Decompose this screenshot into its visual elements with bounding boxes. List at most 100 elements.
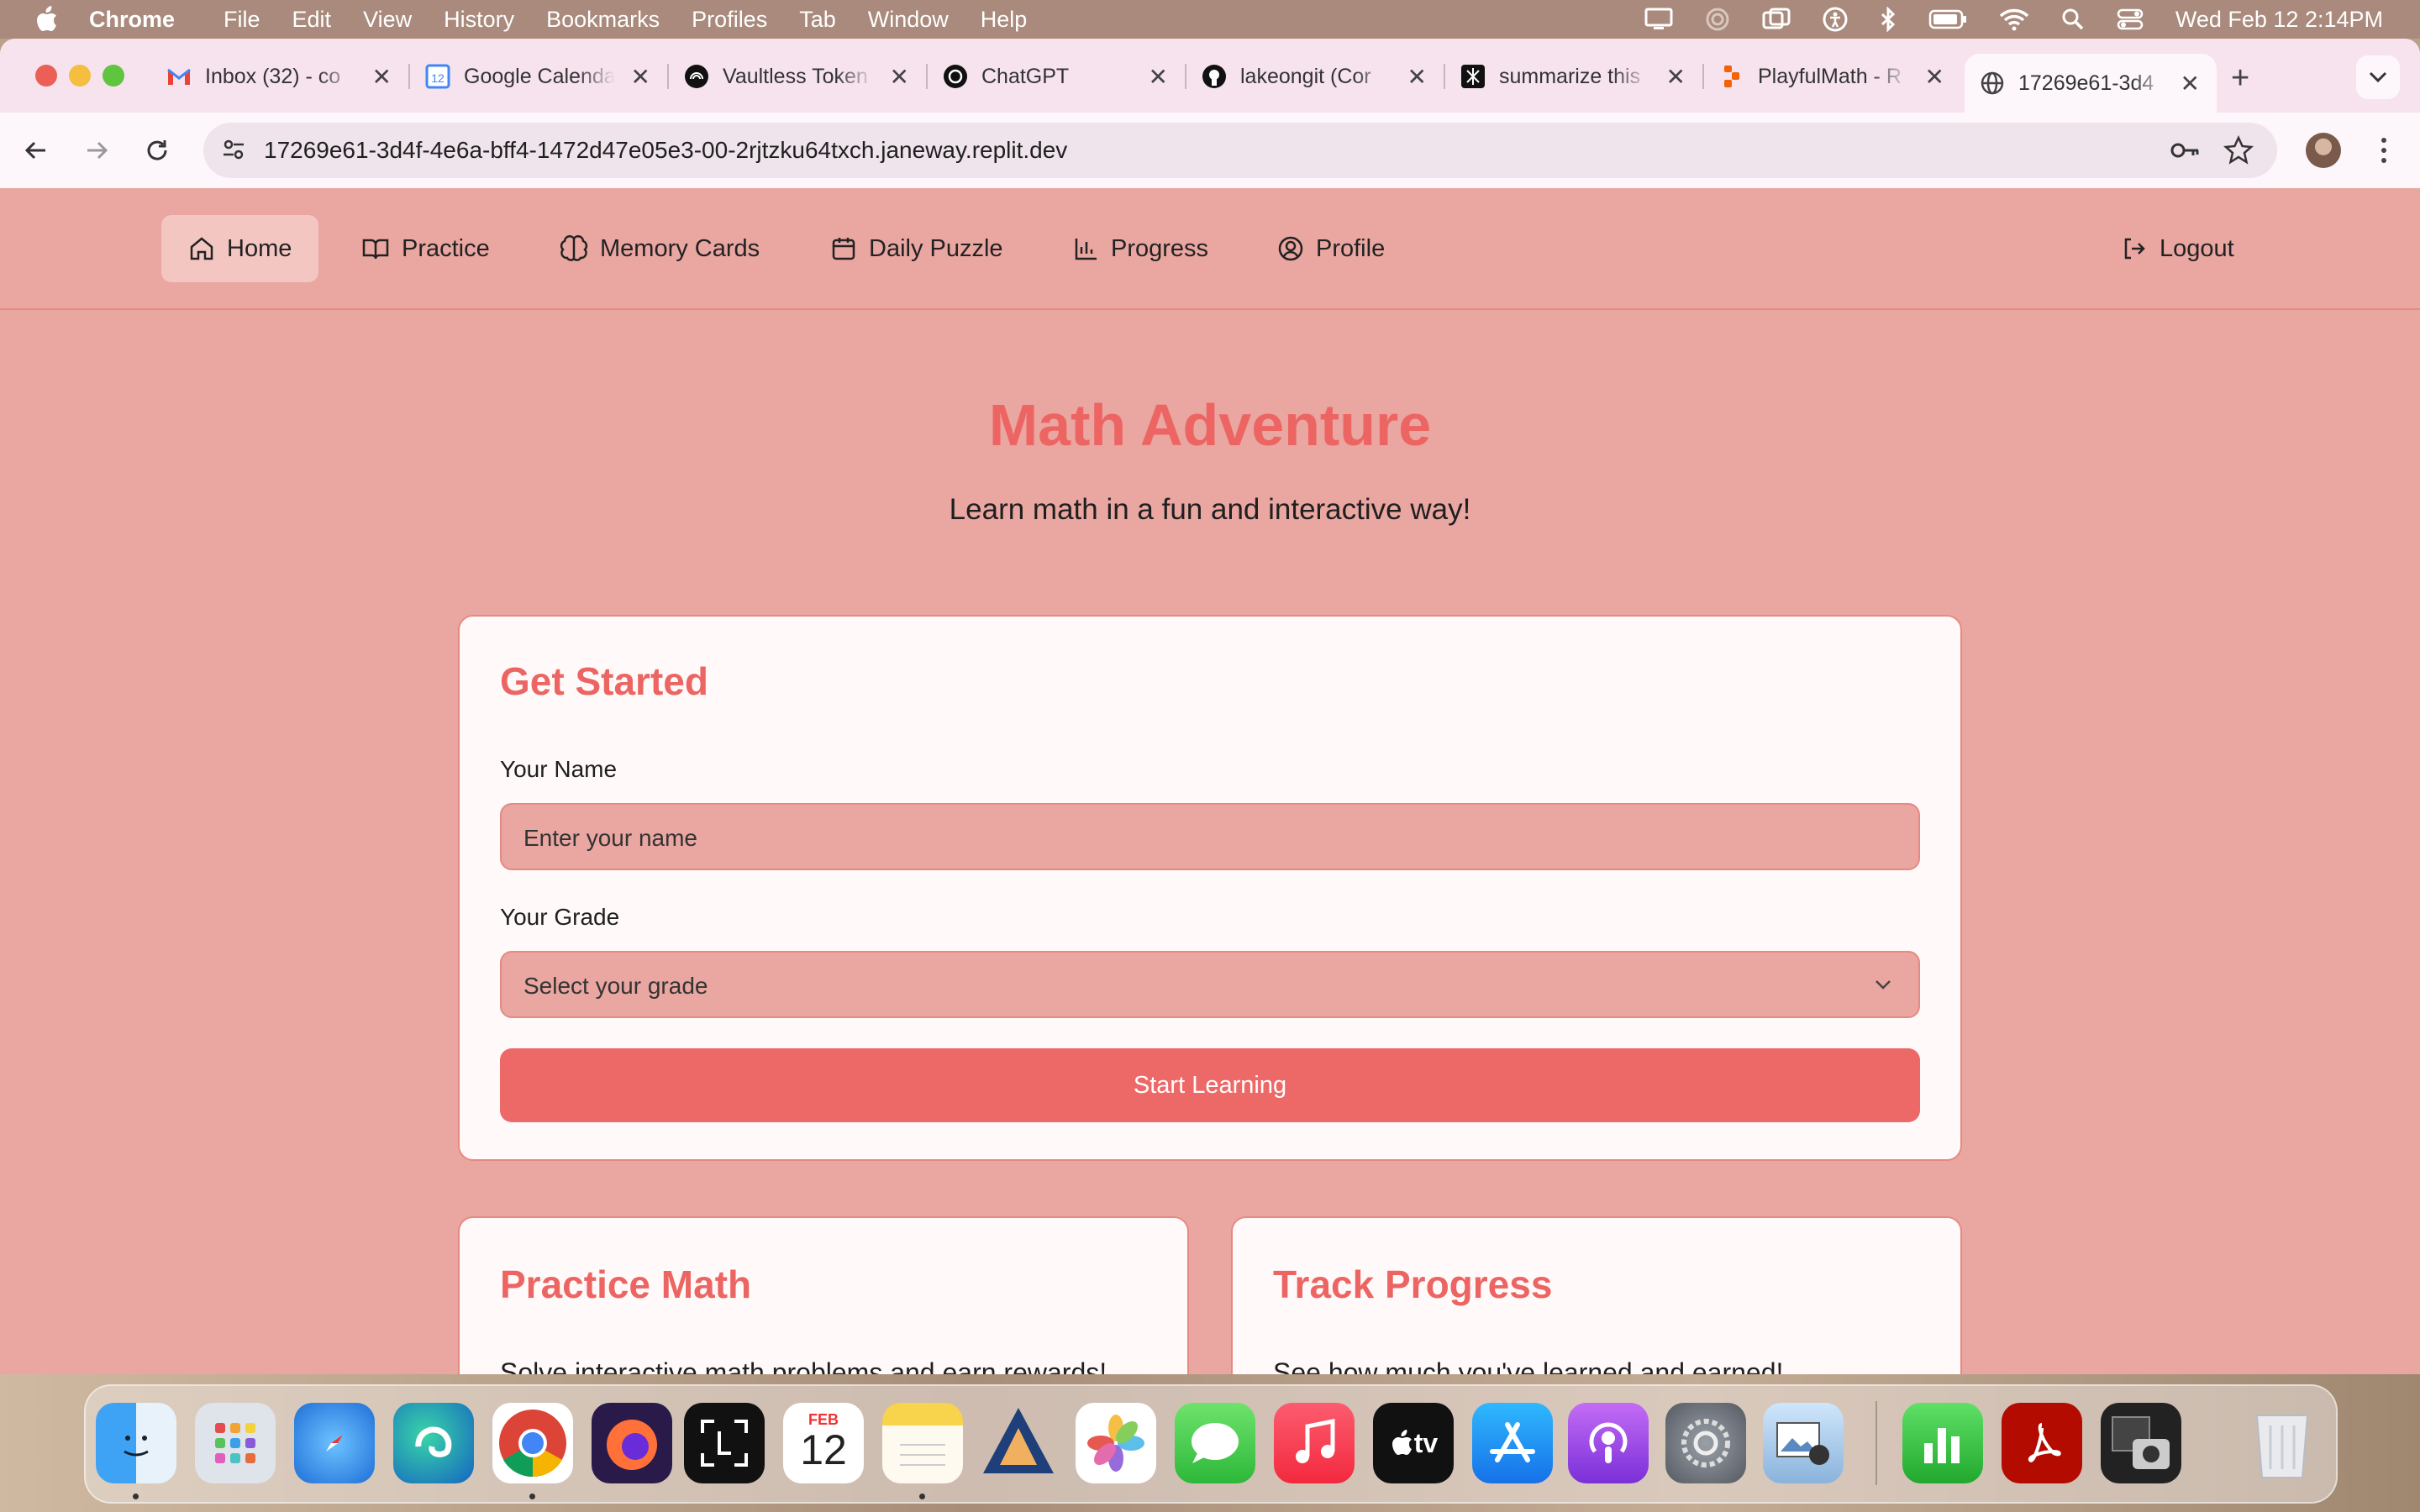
name-input[interactable]: Enter your name xyxy=(500,803,1920,870)
lens-app-icon[interactable] xyxy=(684,1403,765,1483)
nav-profile[interactable]: Profile xyxy=(1250,215,1412,282)
menu-history[interactable]: History xyxy=(444,7,514,33)
music-icon[interactable] xyxy=(1274,1403,1355,1483)
menu-file[interactable]: File xyxy=(224,7,260,33)
address-bar[interactable]: 17269e61-3d4f-4e6a-bff4-1472d47e05e3-00-… xyxy=(203,123,2277,178)
app-store-icon[interactable] xyxy=(1472,1403,1553,1483)
linear-app-icon[interactable] xyxy=(978,1403,1059,1483)
vault-icon xyxy=(684,64,709,89)
tab-github[interactable]: lakeongit (Cor ✕ xyxy=(1186,54,1445,99)
battery-icon[interactable] xyxy=(1928,9,1967,29)
wifi-icon[interactable] xyxy=(1999,8,2029,31)
nav-daily-puzzle[interactable]: Daily Puzzle xyxy=(803,215,1030,282)
numbers-icon[interactable] xyxy=(1902,1403,1983,1483)
firefox-icon[interactable] xyxy=(592,1403,672,1483)
display-icon[interactable] xyxy=(1644,8,1673,31)
screenshot-app-icon[interactable] xyxy=(2101,1403,2181,1483)
system-settings-icon[interactable] xyxy=(1665,1403,1746,1483)
profile-avatar[interactable] xyxy=(2306,133,2341,168)
password-key-icon[interactable] xyxy=(2170,135,2202,170)
apple-tv-icon[interactable]: tv xyxy=(1373,1403,1454,1483)
tab-close-icon[interactable]: ✕ xyxy=(372,63,392,91)
accessibility-icon[interactable] xyxy=(1823,7,1848,32)
url-text[interactable]: 17269e61-3d4f-4e6a-bff4-1472d47e05e3-00-… xyxy=(264,137,1067,164)
bookmark-star-icon[interactable] xyxy=(2223,135,2254,170)
safari-icon[interactable] xyxy=(294,1403,375,1483)
tab-close-icon[interactable]: ✕ xyxy=(1407,63,1427,91)
app-page: Home Practice Memory Cards Daily Puzzle … xyxy=(0,188,2420,1374)
start-learning-button[interactable]: Start Learning xyxy=(500,1048,1920,1122)
tab-close-icon[interactable]: ✕ xyxy=(631,63,650,91)
menu-tab[interactable]: Tab xyxy=(799,7,836,33)
preview-icon[interactable] xyxy=(1763,1403,1844,1483)
spotlight-search-icon[interactable] xyxy=(2061,8,2085,31)
menu-view[interactable]: View xyxy=(363,7,412,33)
bluetooth-icon[interactable] xyxy=(1880,7,1897,32)
grade-select[interactable]: Select your grade xyxy=(500,951,1920,1018)
site-info-icon[interactable] xyxy=(220,136,247,167)
tab-close-icon[interactable]: ✕ xyxy=(1925,63,1944,91)
tab-close-icon[interactable]: ✕ xyxy=(890,63,909,91)
menu-edit[interactable]: Edit xyxy=(292,7,332,33)
messages-icon[interactable] xyxy=(1175,1403,1255,1483)
tab-playfulmath[interactable]: PlayfulMath - R ✕ xyxy=(1704,54,1961,99)
chrome-icon[interactable] xyxy=(492,1403,573,1483)
window-close-button[interactable] xyxy=(35,65,57,87)
notes-icon[interactable] xyxy=(882,1403,963,1483)
reload-button[interactable] xyxy=(138,131,176,170)
calendar-app-icon[interactable]: FEB 12 xyxy=(783,1403,864,1483)
tab-active-app[interactable]: 17269e61-3d4 ✕ xyxy=(1965,54,2217,113)
menu-profiles[interactable]: Profiles xyxy=(692,7,767,33)
apple-menu-icon[interactable] xyxy=(34,5,59,34)
nav-logout[interactable]: Logout xyxy=(2094,215,2261,282)
apple-logo-icon xyxy=(1392,1430,1412,1455)
tab-close-icon[interactable]: ✕ xyxy=(1149,63,1168,91)
back-button[interactable] xyxy=(17,131,55,170)
menu-bar-clock[interactable]: Wed Feb 12 2:14PM xyxy=(2175,7,2383,33)
tab-chatgpt[interactable]: ChatGPT ✕ xyxy=(928,54,1186,99)
tab-vaultless-token[interactable]: Vaultless Token ✕ xyxy=(669,54,928,99)
control-center-icon[interactable] xyxy=(2117,8,2144,31)
edge-icon[interactable] xyxy=(393,1403,474,1483)
acrobat-icon[interactable] xyxy=(2002,1403,2082,1483)
window-zoom-button[interactable] xyxy=(103,65,124,87)
tab-gmail[interactable]: Inbox (32) - co ✕ xyxy=(151,54,410,99)
menu-app-name[interactable]: Chrome xyxy=(89,7,175,33)
podcasts-icon[interactable] xyxy=(1568,1403,1649,1483)
chrome-menu-icon[interactable] xyxy=(2371,131,2396,170)
airdrop-icon[interactable] xyxy=(1705,7,1730,32)
window-minimize-button[interactable] xyxy=(69,65,91,87)
new-tab-button[interactable]: + xyxy=(2231,60,2249,97)
nav-home[interactable]: Home xyxy=(161,215,319,282)
tab-title: lakeongit (Cor xyxy=(1240,64,1371,88)
tab-summarize[interactable]: summarize this ✕ xyxy=(1445,54,1704,99)
nav-progress[interactable]: Progress xyxy=(1045,215,1235,282)
practice-math-title: Practice Math xyxy=(500,1263,752,1306)
menu-bookmarks[interactable]: Bookmarks xyxy=(546,7,660,33)
tab-close-icon[interactable]: ✕ xyxy=(1666,63,1686,91)
nav-practice[interactable]: Practice xyxy=(334,215,517,282)
menu-window[interactable]: Window xyxy=(868,7,949,33)
nav-daily-puzzle-label: Daily Puzzle xyxy=(869,234,1003,262)
menu-help[interactable]: Help xyxy=(981,7,1028,33)
tab-title: 17269e61-3d4 xyxy=(2018,71,2154,95)
running-indicator xyxy=(529,1494,535,1499)
track-progress-card[interactable]: Track Progress See how much you've learn… xyxy=(1231,1216,1962,1374)
tab-close-icon[interactable]: ✕ xyxy=(2181,70,2200,97)
grade-label: Your Grade xyxy=(500,904,620,930)
book-open-icon xyxy=(362,239,389,260)
forward-button[interactable] xyxy=(77,131,116,170)
launchpad-icon[interactable] xyxy=(195,1403,276,1483)
home-icon xyxy=(190,237,213,260)
nav-logout-label: Logout xyxy=(2160,234,2234,262)
trash-icon[interactable] xyxy=(2242,1403,2323,1483)
practice-math-card[interactable]: Practice Math Solve interactive math pro… xyxy=(458,1216,1189,1374)
nav-profile-label: Profile xyxy=(1316,234,1386,262)
finder-icon[interactable] xyxy=(96,1403,176,1483)
nav-memory-cards[interactable]: Memory Cards xyxy=(533,215,786,282)
screen-mirroring-icon[interactable] xyxy=(1762,8,1791,31)
tab-search-button[interactable] xyxy=(2356,55,2400,99)
tab-google-calendar[interactable]: 12 Google Calendar ✕ xyxy=(410,54,669,99)
photos-icon[interactable] xyxy=(1076,1403,1156,1483)
nav-home-label: Home xyxy=(227,234,292,262)
